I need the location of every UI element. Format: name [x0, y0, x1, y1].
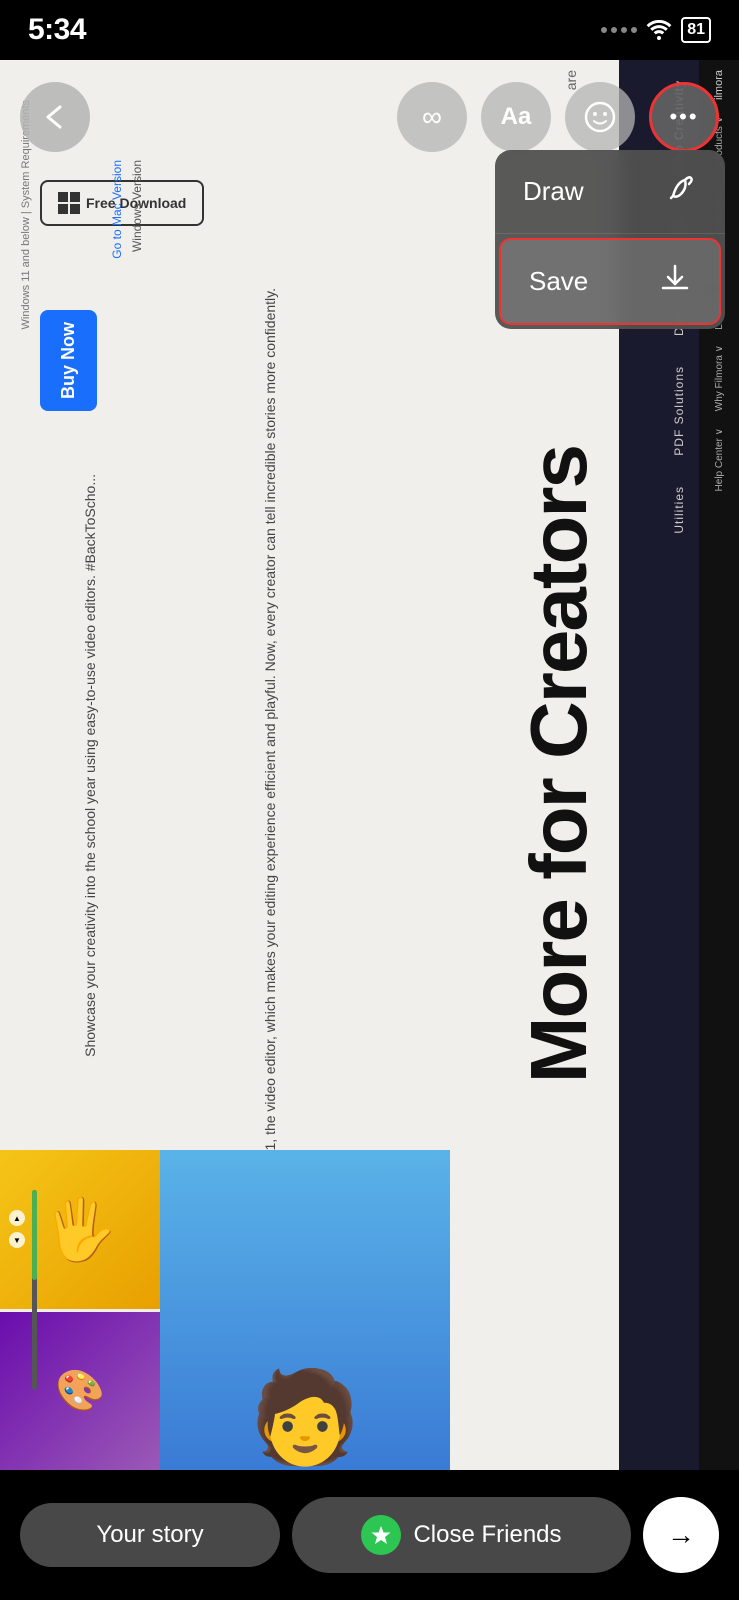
buy-now-label: Buy Now	[58, 322, 79, 399]
video-thumbnails: ▲ ▼ 🖐 🎨	[0, 1150, 450, 1470]
dropdown-save-label: Save	[529, 266, 588, 297]
control-up: ▲	[9, 1210, 25, 1226]
right-thumbnail: 🧑	[160, 1150, 450, 1470]
battery-indicator: 81	[681, 17, 711, 43]
close-friends-label: Close Friends	[413, 1521, 561, 1549]
progress-track	[32, 1190, 37, 1390]
infinity-icon: ∞	[422, 101, 442, 133]
infinity-button[interactable]: ∞	[397, 82, 467, 152]
close-friends-button[interactable]: Close Friends	[292, 1497, 631, 1573]
text-icon: Aa	[501, 103, 532, 131]
more-icon: •••	[669, 104, 698, 130]
text-button[interactable]: Aa	[481, 82, 551, 152]
more-button[interactable]: •••	[649, 82, 719, 152]
status-time: 5:34	[28, 13, 86, 47]
go-to-mac-text: Go to Mac Version	[110, 160, 124, 259]
sidebar-label-3: PDF Solutions	[672, 366, 686, 456]
green-star-icon	[361, 1515, 401, 1555]
nav-help: Help Center ∨	[714, 428, 725, 491]
dropdown-save-item[interactable]: Save	[499, 238, 721, 325]
showcase-text: Showcase your creativity into the school…	[79, 474, 101, 1057]
your-story-button[interactable]: Your story	[20, 1503, 280, 1567]
control-down: ▼	[9, 1232, 25, 1248]
nav-why: Why Filmora ∨	[714, 345, 725, 411]
status-bar: 5:34 81	[0, 0, 739, 60]
signal-dots	[601, 27, 637, 33]
big-headline: More for Creators	[519, 446, 599, 1083]
dropdown-draw-item[interactable]: Draw	[495, 150, 725, 234]
thumb-left-column: ▲ ▼ 🖐 🎨	[0, 1150, 160, 1470]
arrow-icon: →	[667, 1519, 695, 1551]
progress-fill	[32, 1190, 37, 1280]
sidebar-label-4: Utilities	[672, 486, 686, 534]
buy-now-button[interactable]: Buy Now	[40, 310, 97, 411]
nav-right-buttons: ∞ Aa •••	[397, 82, 719, 152]
draw-icon	[665, 172, 697, 211]
windows-icon	[58, 192, 80, 214]
person-thumb: 🧑	[160, 1150, 450, 1470]
save-icon	[659, 262, 691, 301]
dropdown-menu: Draw Save	[495, 150, 725, 329]
bottom-bar: Your story Close Friends →	[0, 1470, 739, 1600]
back-button[interactable]	[20, 82, 90, 152]
sub-text: Meet Filmora 11, the video editor, which…	[259, 288, 281, 1243]
battery-level: 81	[687, 21, 705, 39]
send-arrow-button[interactable]: →	[643, 1497, 719, 1573]
status-icons: 81	[601, 17, 711, 43]
sticker-button[interactable]	[565, 82, 635, 152]
back-icon	[40, 102, 70, 132]
dropdown-draw-label: Draw	[523, 176, 584, 207]
playback-controls: ▲ ▼	[8, 1210, 26, 1390]
wifi-icon	[645, 20, 673, 40]
windows-version-text: Windows Version	[130, 160, 144, 252]
your-story-label: Your story	[96, 1521, 203, 1548]
sticker-icon	[583, 100, 617, 134]
